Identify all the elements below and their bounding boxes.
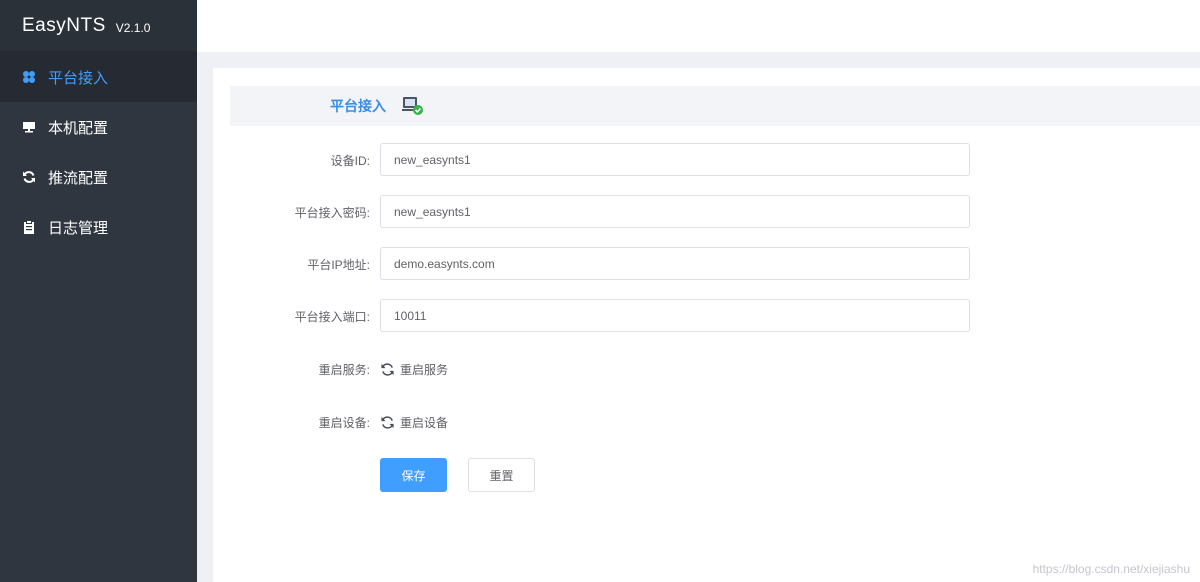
brand: EasyNTS V2.1.0 xyxy=(0,0,197,52)
clipboard-icon xyxy=(22,220,36,234)
restart-device-button[interactable]: 重启设备 xyxy=(380,414,448,431)
form-row-restart-device: 重启设备: 重启设备 xyxy=(213,405,613,439)
form-row-restart-service: 重启服务: 重启服务 xyxy=(213,352,613,386)
port-label: 平台接入端口: xyxy=(294,309,370,324)
sidebar-nav: 平台接入 本机配置 推流配置 日志管理 xyxy=(0,52,197,252)
port-input[interactable] xyxy=(380,299,970,332)
sidebar-item-label: 日志管理 xyxy=(48,219,109,237)
brand-name: EasyNTS xyxy=(22,14,106,36)
refresh-icon xyxy=(381,362,394,376)
grid-dots-icon xyxy=(22,70,36,84)
form-row-device-id: 设备ID: xyxy=(213,143,973,177)
sidebar-item-log-management[interactable]: 日志管理 xyxy=(0,202,197,252)
device-id-input[interactable] xyxy=(380,143,970,176)
sidebar-item-stream-config[interactable]: 推流配置 xyxy=(0,152,197,202)
sidebar-item-label: 平台接入 xyxy=(48,69,109,87)
refresh-icon xyxy=(381,415,394,429)
sidebar-item-label: 推流配置 xyxy=(48,169,109,187)
save-button[interactable]: 保存 xyxy=(380,458,447,492)
ip-input[interactable] xyxy=(380,247,970,280)
section-title: 平台接入 xyxy=(330,98,386,114)
restart-device-text: 重启设备 xyxy=(400,415,449,430)
section-header: 平台接入 xyxy=(230,86,1200,126)
device-id-label: 设备ID: xyxy=(330,153,370,168)
sidebar-item-local-config[interactable]: 本机配置 xyxy=(0,102,197,152)
form-row-password: 平台接入密码: xyxy=(213,195,973,229)
password-input[interactable] xyxy=(380,195,970,228)
sidebar: EasyNTS V2.1.0 平台接入 本机配置 推流配置 日志管理 xyxy=(0,0,197,582)
device-connected-icon xyxy=(401,95,425,117)
sidebar-item-label: 本机配置 xyxy=(48,119,109,137)
password-label: 平台接入密码: xyxy=(294,205,370,220)
brand-version: V2.1.0 xyxy=(115,20,151,35)
ip-label: 平台IP地址: xyxy=(307,257,370,272)
watermark: https://blog.csdn.net/xiejiashu xyxy=(1032,562,1190,576)
monitor-icon xyxy=(22,120,36,134)
restart-service-button[interactable]: 重启服务 xyxy=(380,361,448,378)
restart-service-text: 重启服务 xyxy=(400,362,449,377)
restart-device-label: 重启设备: xyxy=(318,415,370,430)
restart-service-label: 重启服务: xyxy=(318,362,370,377)
form-row-port: 平台接入端口: xyxy=(213,299,973,333)
reset-button[interactable]: 重置 xyxy=(468,458,535,492)
sidebar-item-platform-access[interactable]: 平台接入 xyxy=(0,52,197,102)
top-header xyxy=(197,0,1200,52)
form-row-ip: 平台IP地址: xyxy=(213,247,973,281)
main-content-card: 平台接入 设备ID: 平台接入密码: 平台IP地址: 平台接入端口: 重启服务: xyxy=(213,68,1200,582)
refresh-icon xyxy=(22,170,36,184)
